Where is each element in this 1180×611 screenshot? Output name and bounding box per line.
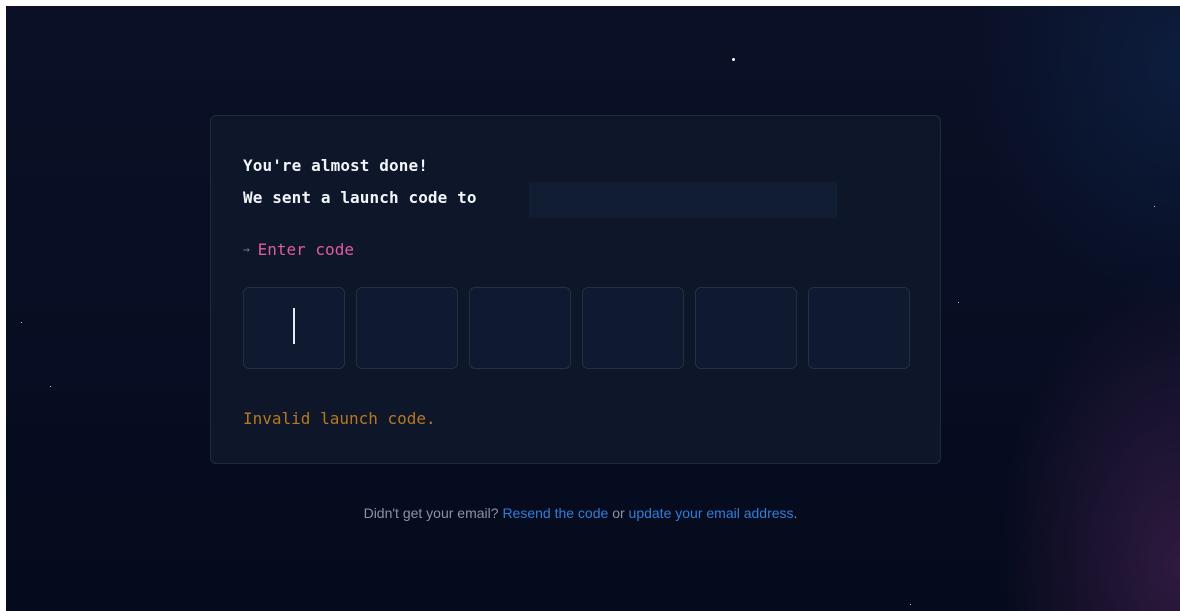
star	[732, 58, 735, 61]
code-digit-4[interactable]	[582, 287, 684, 369]
code-input-row	[243, 287, 910, 369]
code-digit-3[interactable]	[469, 287, 571, 369]
code-digit-5[interactable]	[695, 287, 797, 369]
code-digit-6[interactable]	[808, 287, 910, 369]
star	[50, 386, 51, 387]
email-redaction	[529, 182, 837, 218]
arrow-right-icon: →	[243, 243, 250, 256]
resend-code-link[interactable]: Resend the code	[502, 505, 608, 521]
verification-page: You're almost done! We sent a launch cod…	[6, 6, 1180, 611]
star	[1154, 206, 1155, 207]
star	[958, 302, 959, 303]
footer-period: .	[793, 505, 798, 521]
footer-or: or	[612, 505, 625, 521]
error-message: Invalid launch code.	[243, 409, 436, 428]
text-caret	[293, 308, 295, 344]
update-email-link[interactable]: update your email address	[629, 505, 794, 521]
heading: You're almost done!	[243, 156, 428, 175]
help-footer: Didn't get your email? Resend the code o…	[6, 505, 1155, 521]
enter-code-prompt: → Enter code	[243, 240, 354, 259]
enter-code-label: Enter code	[257, 240, 354, 259]
code-digit-2[interactable]	[356, 287, 458, 369]
verification-card: You're almost done! We sent a launch cod…	[210, 115, 941, 464]
sent-code-text: We sent a launch code to	[243, 188, 477, 207]
star	[21, 322, 22, 323]
star	[910, 604, 911, 605]
footer-question: Didn't get your email?	[363, 505, 499, 521]
